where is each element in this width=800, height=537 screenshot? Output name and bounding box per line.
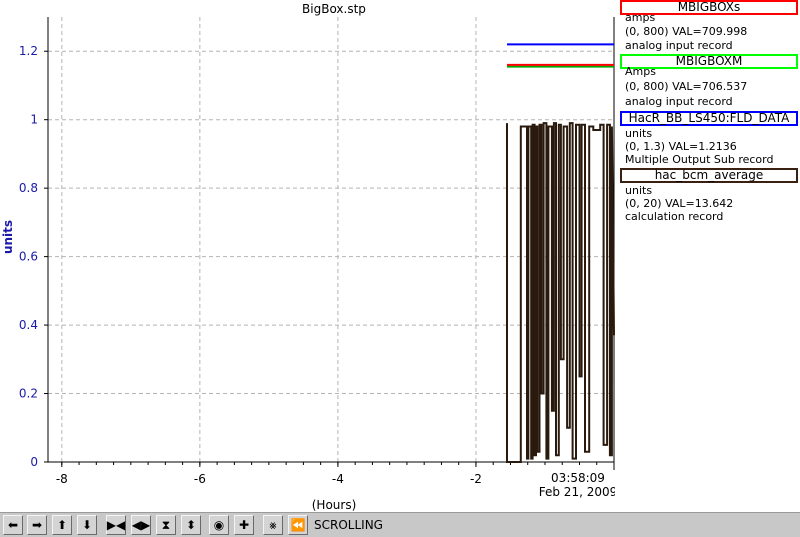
legend-title[interactable]: hac_bcm_average [620, 168, 798, 183]
y-tick-label: 1.2 [19, 44, 38, 58]
legend-title[interactable]: HacR_BB_LS450:FLD_DATA [620, 111, 798, 126]
zoom-out-vertical-icon[interactable]: ⬍ [181, 515, 201, 535]
zoom-in-horizontal-icon[interactable]: ▶◀ [106, 515, 126, 535]
legend-units: Amps [625, 65, 656, 78]
chart-plot: BigBox.stp 0 0.2 0.4 0.6 0.8 1 1.2 -8 -6 -4 -2 uni… [1, 2, 615, 512]
x-tick-label: -6 [194, 472, 206, 486]
legend-range: (0, 1.3) VAL=1.2136 [625, 140, 737, 153]
legend-record-type: analog input record [625, 39, 733, 52]
arrow-left-icon[interactable]: ⬅ [3, 515, 23, 535]
y-tick-label: 1 [30, 113, 38, 127]
y-tick-label: 0.6 [19, 250, 38, 264]
arrow-right-icon[interactable]: ➡ [27, 515, 47, 535]
time-label: 03:58:09 [551, 471, 605, 485]
legend-record-type: analog input record [625, 95, 733, 108]
y-tick-label: 0.2 [19, 387, 38, 401]
legend-range: (0, 800) VAL=709.998 [625, 25, 748, 38]
legend-range: (0, 800) VAL=706.537 [625, 80, 748, 93]
legend-units: units [625, 184, 653, 197]
date-label: Feb 21, 2009 [539, 485, 615, 499]
x-axis-label: (Hours) [312, 498, 357, 512]
chart-title: BigBox.stp [302, 2, 366, 16]
legend-units: units [625, 127, 653, 140]
plus-icon[interactable]: ✚ [234, 515, 254, 535]
y-tick-label: 0 [30, 455, 38, 469]
x-tick-label: -2 [470, 472, 482, 486]
legend-record-type: calculation record [625, 210, 724, 223]
legend-record-type: Multiple Output Sub record [625, 153, 774, 166]
circle-icon[interactable]: ◉ [209, 515, 229, 535]
arrow-up-icon[interactable]: ⬆ [52, 515, 72, 535]
autoscale-icon[interactable]: ⨳ [263, 515, 283, 535]
x-tick-label: -4 [332, 472, 344, 486]
y-tick-label: 0.4 [19, 318, 38, 332]
arrow-down-icon[interactable]: ⬇ [77, 515, 97, 535]
y-tick-label: 0.8 [19, 181, 38, 195]
y-axis-label: units [1, 220, 15, 254]
zoom-out-horizontal-icon[interactable]: ◀▶ [131, 515, 151, 535]
toolbar: ⬅ ➡ ⬆ ⬇ ▶◀ ◀▶ ⧗ ⬍ ◉ ✚ ⨳ ⏪ SCROLLING [0, 512, 800, 537]
status-text: SCROLLING [314, 518, 383, 532]
x-tick-label: -8 [56, 472, 68, 486]
legend-range: (0, 20) VAL=13.642 [625, 197, 734, 210]
legend-units: amps [625, 11, 656, 24]
series-line [506, 122, 615, 463]
zoom-in-vertical-icon[interactable]: ⧗ [156, 515, 176, 535]
scroll-back-icon[interactable]: ⏪ [288, 515, 308, 535]
